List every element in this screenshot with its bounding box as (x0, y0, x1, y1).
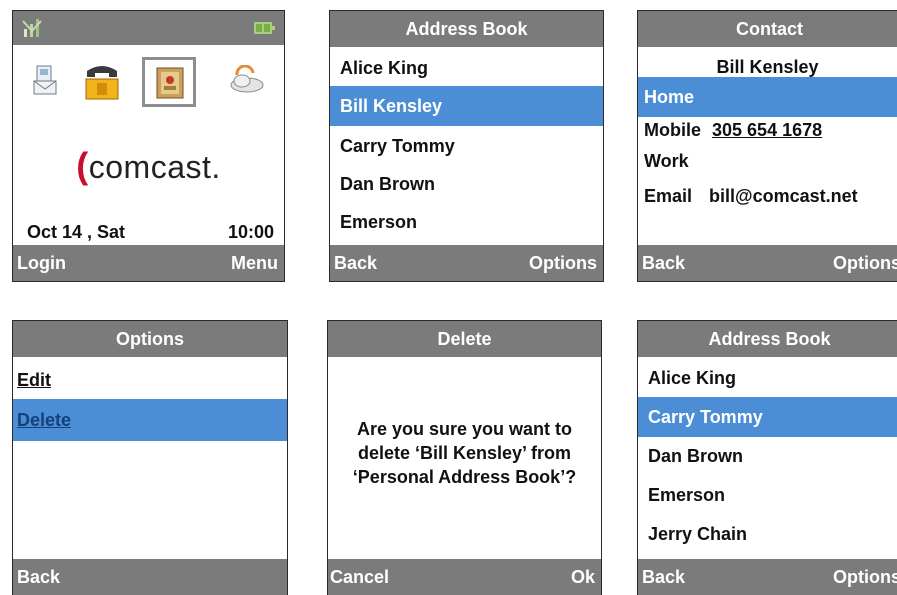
back-softkey[interactable]: Back (642, 559, 685, 595)
list-item[interactable]: Alice King (638, 359, 897, 397)
list-item[interactable]: Jerry Chain (638, 515, 897, 553)
address-book-updated-screen: Address Book Alice King Carry Tommy Dan … (637, 320, 897, 595)
screen-title: Delete (328, 321, 601, 357)
back-softkey[interactable]: Back (17, 559, 60, 595)
battery-icon (254, 22, 275, 34)
work-field[interactable]: Work (644, 151, 689, 172)
list-item[interactable]: Alice King (330, 49, 603, 87)
date-time-row: Oct 14 , Sat 10:00 (27, 222, 274, 243)
list-item[interactable]: Emerson (330, 203, 603, 241)
edit-option[interactable]: Edit (13, 361, 287, 399)
email-field[interactable]: Email bill@comcast.net (644, 186, 858, 207)
contact-screen: Contact Bill Kensley Home Mobile 305 654… (637, 10, 897, 282)
weather-icon[interactable] (227, 64, 267, 95)
ok-softkey[interactable]: Ok (571, 559, 595, 595)
options-softkey[interactable]: Options (833, 245, 897, 281)
comcast-logo-mark: ( (76, 145, 89, 186)
soft-key-bar: Back Options (638, 245, 897, 281)
menu-softkey[interactable]: Menu (231, 245, 278, 281)
screen-title: Address Book (330, 11, 603, 47)
list-item[interactable]: Dan Brown (638, 437, 897, 475)
date-text: Oct 14 , Sat (27, 222, 126, 242)
signal-icon (22, 19, 42, 37)
screen-title: Options (13, 321, 287, 357)
home-label: Home (644, 87, 695, 107)
address-book-icon[interactable] (142, 57, 196, 107)
work-label: Work (644, 151, 689, 171)
options-softkey[interactable]: Options (833, 559, 897, 595)
screen-title-text: Contact (736, 19, 803, 39)
mobile-field[interactable]: Mobile 305 654 1678 (644, 120, 822, 141)
cancel-softkey[interactable]: Cancel (330, 559, 389, 595)
options-screen: Options Edit Delete Back (12, 320, 288, 595)
status-bar (13, 11, 284, 45)
delete-screen: Delete Are you sure you want to delete ‘… (327, 320, 602, 595)
soft-key-bar: Back Options (638, 559, 897, 595)
list-item[interactable]: Dan Brown (330, 165, 603, 203)
home-screen: (comcast. Oct 14 , Sat 10:00 Login Menu (12, 10, 285, 282)
phone-icon[interactable] (81, 61, 123, 101)
screen-title: Address Book (638, 321, 897, 357)
email-label: Email (644, 186, 693, 206)
address-book-screen: Address Book Alice King Bill Kensley Car… (329, 10, 604, 282)
soft-key-bar: Back (13, 559, 287, 595)
mobile-number-link[interactable]: 305 654 1678 (712, 120, 822, 140)
email-value: bill@comcast.net (709, 186, 858, 206)
list-item-selected[interactable]: Bill Kensley (330, 86, 603, 126)
soft-key-bar: Cancel Ok (328, 559, 601, 595)
list-item[interactable]: Carry Tommy (330, 127, 603, 165)
soft-key-bar: Login Menu (13, 245, 284, 281)
options-softkey[interactable]: Options (529, 245, 597, 281)
time-text: 10:00 (227, 222, 274, 242)
delete-confirmation-message: Are you sure you want to delete ‘Bill Ke… (352, 419, 577, 487)
contact-name: Bill Kensley (716, 57, 819, 77)
login-softkey[interactable]: Login (17, 245, 66, 281)
list-item-selected[interactable]: Carry Tommy (638, 397, 897, 437)
screen-title-text: Address Book (708, 329, 831, 349)
back-softkey[interactable]: Back (334, 245, 377, 281)
soft-key-bar: Back Options (330, 245, 603, 281)
delete-option[interactable]: Delete (13, 399, 287, 441)
mobile-label: Mobile (644, 120, 701, 140)
messages-icon[interactable] (31, 63, 63, 97)
comcast-logo: (comcast. (76, 145, 221, 186)
back-softkey[interactable]: Back (642, 245, 685, 281)
home-field[interactable]: Home (638, 77, 897, 117)
screen-title: Contact (638, 11, 897, 47)
list-item[interactable]: Emerson (638, 476, 897, 514)
